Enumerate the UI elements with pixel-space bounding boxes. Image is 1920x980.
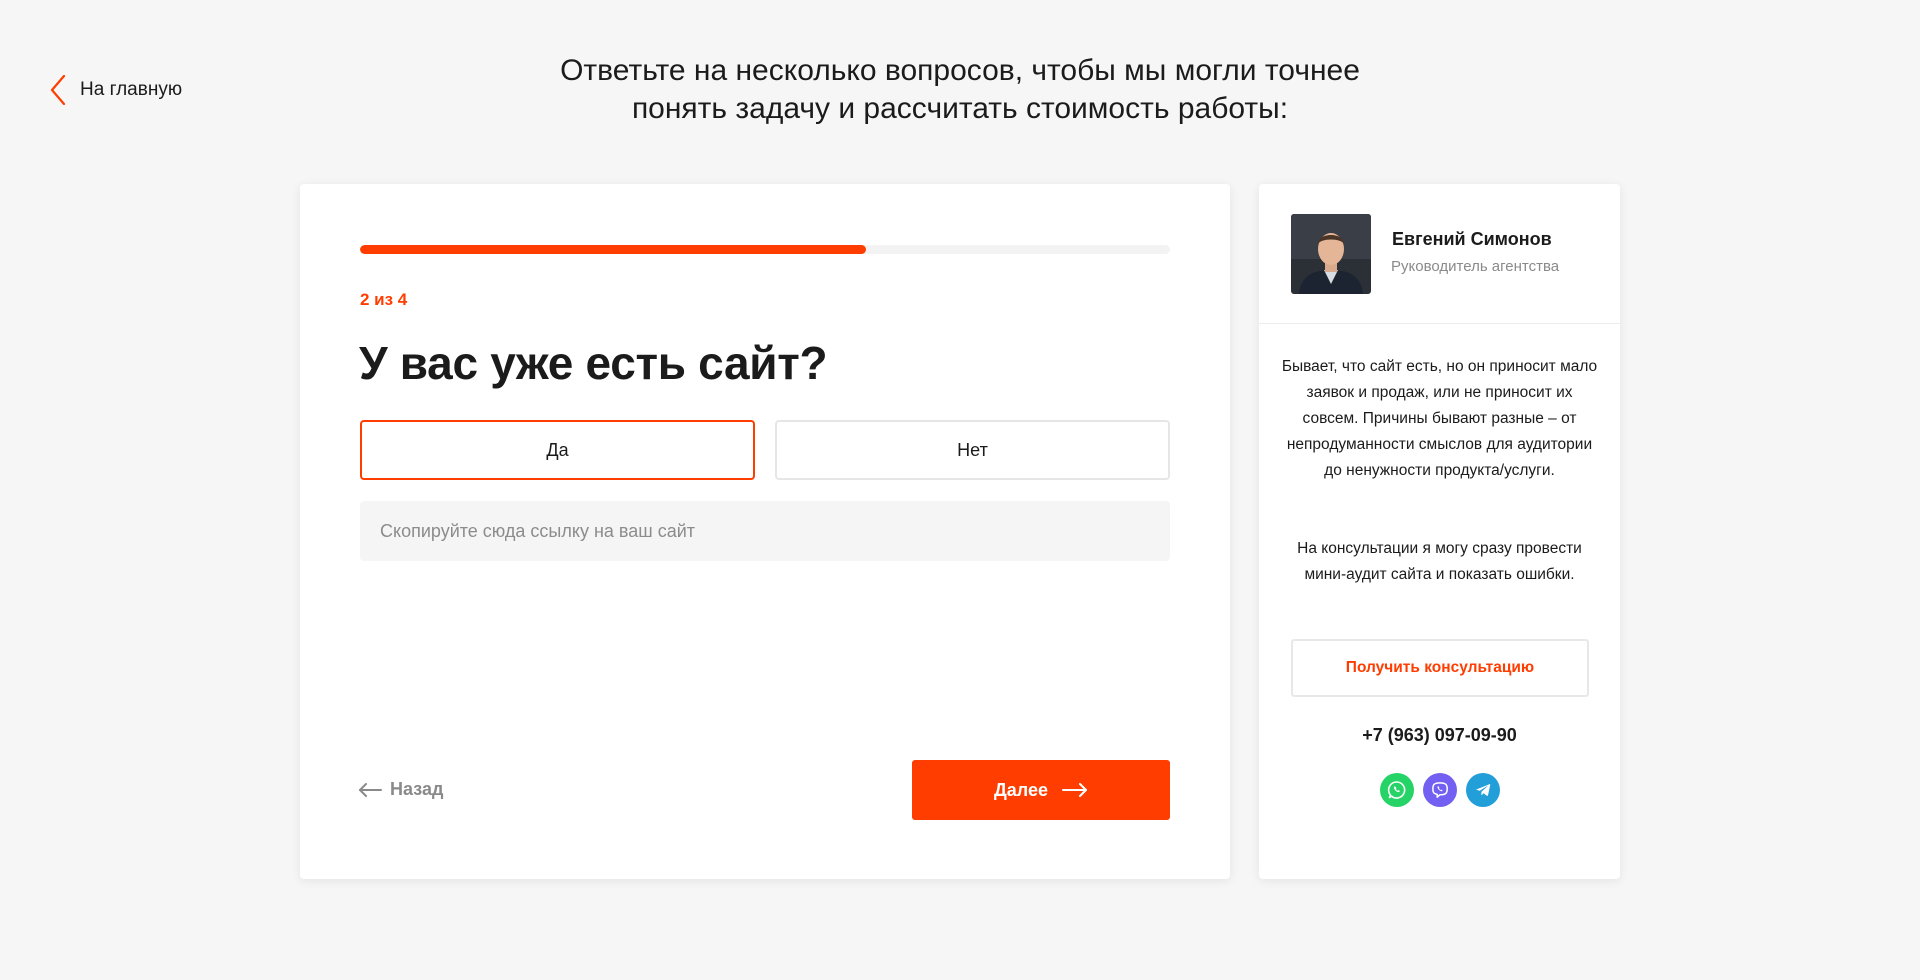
whatsapp-link[interactable] bbox=[1379, 773, 1414, 807]
site-url-input[interactable] bbox=[360, 501, 1170, 561]
telegram-icon bbox=[1475, 784, 1490, 796]
page-title-line-2: понять задачу и рассчитать стоимость раб… bbox=[631, 92, 1289, 125]
page-title-line-1: Ответьте на несколько вопросов, чтобы мы… bbox=[560, 54, 1360, 87]
question-title: У вас уже есть сайт? bbox=[359, 337, 828, 389]
quiz-card: 2 из 4 У вас уже есть сайт? Да Нет Назад… bbox=[300, 184, 1230, 879]
get-consultation-button[interactable]: Получить консультацию bbox=[1291, 639, 1589, 697]
page-title: Ответьте на несколько вопросов, чтобы мы… bbox=[0, 52, 1920, 128]
answer-no-button[interactable]: Нет bbox=[775, 420, 1170, 480]
progress-bar bbox=[360, 245, 1170, 254]
next-button-label: Далее bbox=[993, 779, 1049, 800]
viber-icon bbox=[1431, 782, 1448, 798]
whatsapp-icon bbox=[1387, 781, 1405, 799]
consultant-text-2: На консультации я могу сразу провести ми… bbox=[1297, 540, 1582, 583]
back-button-label: Назад bbox=[390, 779, 444, 799]
answer-yes-button[interactable]: Да bbox=[360, 420, 755, 480]
avatar bbox=[1291, 214, 1371, 294]
step-counter: 2 из 4 bbox=[360, 290, 408, 309]
progress-bar-fill bbox=[360, 245, 867, 254]
consultant-role: Руководитель агентства bbox=[1391, 258, 1560, 275]
telegram-link[interactable] bbox=[1465, 773, 1500, 807]
back-button[interactable]: Назад bbox=[358, 779, 443, 800]
phone-link[interactable]: +7 (963) 097-09-90 bbox=[1259, 725, 1620, 746]
consultant-text-1: Бывает, что сайт есть, но он приносит ма… bbox=[1281, 358, 1598, 479]
divider bbox=[1259, 323, 1620, 324]
viber-link[interactable] bbox=[1422, 773, 1457, 807]
consultant-name: Евгений Симонов bbox=[1392, 229, 1552, 249]
arrow-left-icon bbox=[359, 782, 382, 797]
messenger-links bbox=[1259, 773, 1620, 807]
avatar-photo bbox=[1291, 214, 1371, 294]
consultant-card: Евгений Симонов Руководитель агентства Б… bbox=[1259, 184, 1620, 879]
arrow-right-icon bbox=[1062, 783, 1088, 797]
next-button[interactable]: Далее bbox=[912, 760, 1170, 820]
